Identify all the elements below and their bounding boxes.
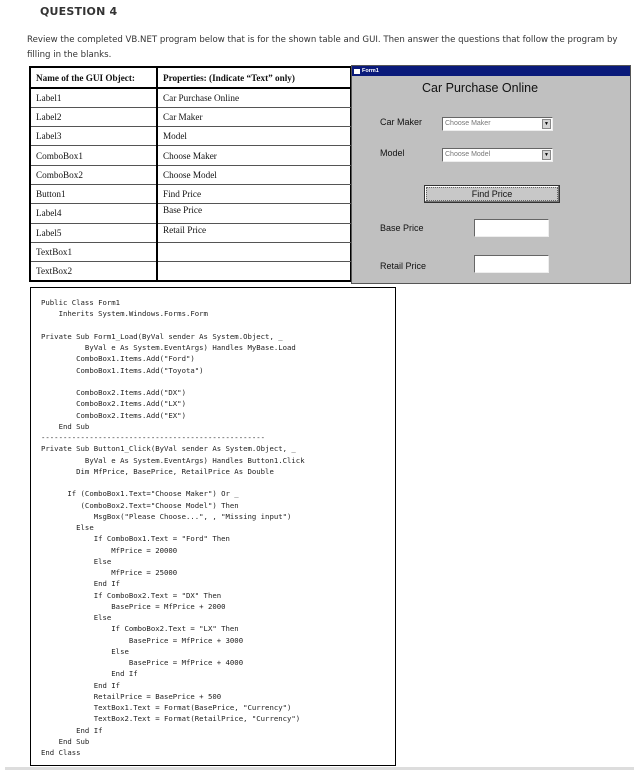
code-line: MsgBox("Please Choose...", , "Missing in…	[41, 511, 292, 521]
table-row: TextBox1	[29, 242, 351, 263]
code-listing: Public Class Form1 Inherits System.Windo…	[30, 287, 396, 766]
object-name-cell: Button1	[29, 184, 157, 205]
code-line: Else	[41, 646, 129, 656]
code-line: ComboBox2.Items.Add("DX")	[41, 388, 186, 397]
code-line: MfPrice = 20000	[41, 545, 178, 555]
code-line: End If	[41, 680, 121, 690]
header-properties: Properties: (Indicate “Text” only)	[156, 66, 351, 89]
gui-properties-table: Name of the GUI Object: Properties: (Ind…	[29, 66, 351, 282]
label3-model: Model	[380, 148, 405, 158]
label2-car-maker: Car Maker	[380, 117, 423, 127]
code-line: RetailPrice = BasePrice + 500	[41, 691, 222, 701]
code-line: Else	[41, 556, 112, 566]
code-line: Else	[41, 523, 94, 532]
code-line: End If	[41, 579, 121, 589]
property-text-cell: Find Price	[156, 184, 351, 205]
property-text-cell: Base Price	[156, 203, 351, 224]
find-price-button[interactable]: Find Price	[424, 185, 560, 203]
code-line: ByVal e As System.EventArgs) Handles But…	[41, 455, 305, 465]
property-text-cell	[156, 242, 351, 263]
code-line: ComboBox2.Items.Add("LX")	[41, 399, 186, 409]
property-text-cell: Car Purchase Online	[156, 88, 351, 108]
form-window-title: Form1	[362, 68, 379, 74]
code-line: ComboBox1.Items.Add("Toyota")	[41, 365, 204, 375]
code-line: End If	[41, 669, 138, 679]
code-line: BasePrice = MfPrice + 3000	[41, 635, 244, 645]
property-text-cell: Choose Model	[156, 165, 351, 185]
code-line: BasePrice = MfPrice + 2000	[41, 601, 226, 611]
object-name-cell: Label4	[29, 203, 157, 224]
code-line: End Class	[41, 748, 81, 757]
code-line: BasePrice = MfPrice + 4000	[41, 658, 244, 667]
code-line: End If	[41, 725, 103, 735]
table-row: Label3 Model	[29, 126, 351, 147]
dropdown-arrow-icon[interactable]: ▼	[542, 119, 551, 129]
form-window-icon	[354, 68, 360, 74]
code-line: Dim MfPrice, BasePrice, RetailPrice As D…	[41, 466, 274, 476]
table-row: Label5 Retail Price	[29, 223, 351, 243]
object-name-cell: ComboBox2	[29, 165, 157, 185]
object-name-cell: TextBox1	[29, 242, 157, 263]
code-line: TextBox2.Text = Format(RetailPrice, "Cur…	[41, 714, 301, 724]
object-name-cell: ComboBox1	[29, 145, 157, 166]
code-line: Private Sub Button1_Click(ByVal sender A…	[41, 444, 296, 454]
object-name-cell: TextBox2	[29, 261, 157, 282]
code-line: End Sub	[41, 421, 90, 431]
dropdown-arrow-icon[interactable]: ▼	[542, 150, 551, 160]
object-name-cell: Label1	[29, 88, 157, 108]
table-row: ComboBox1 Choose Maker	[29, 145, 351, 166]
code-line: ComboBox2.Items.Add("EX")	[41, 410, 186, 420]
code-line: TextBox1.Text = Format(BasePrice, "Curre…	[41, 703, 292, 712]
table-row: Label2 Car Maker	[29, 107, 351, 128]
code-line: Private Sub Form1_Load(ByVal sender As S…	[41, 331, 283, 341]
header-object-name: Name of the GUI Object:	[29, 66, 157, 89]
question-intro: Review the completed VB.NET program belo…	[27, 35, 618, 60]
code-line: If ComboBox2.Text = "DX" Then	[41, 590, 222, 600]
textbox2-retail-price[interactable]	[474, 255, 549, 273]
combobox1-maker[interactable]: Choose Maker ▼	[442, 117, 553, 131]
code-line: (ComboBox2.Text="Choose Model") Then	[41, 500, 239, 510]
textbox1-base-price[interactable]	[474, 219, 549, 237]
property-text-cell: Choose Maker	[156, 145, 351, 166]
combobox2-model[interactable]: Choose Model ▼	[442, 148, 553, 162]
table-row: Button1 Find Price	[29, 184, 351, 205]
vb-form-window: Form1 Car Purchase Online Car Maker Choo…	[351, 65, 631, 284]
object-name-cell: Label3	[29, 126, 157, 147]
property-text-cell	[156, 261, 351, 282]
property-text-cell: Retail Price	[156, 223, 351, 243]
code-line: ----------------------------------------…	[41, 433, 266, 442]
code-line: Public Class Form1	[41, 298, 121, 307]
label1-heading: Car Purchase Online	[422, 81, 539, 95]
label4-base-price: Base Price	[380, 223, 424, 233]
question-title: QUESTION 4	[40, 5, 118, 18]
code-line: End Sub	[41, 736, 90, 746]
form-titlebar: Form1	[352, 66, 630, 76]
code-line: Else	[41, 613, 112, 622]
table-header-row: Name of the GUI Object: Properties: (Ind…	[29, 66, 351, 89]
combobox1-value: Choose Maker	[445, 120, 491, 127]
property-text-cell: Model	[156, 126, 351, 147]
object-name-cell: Label2	[29, 107, 157, 128]
code-line: If ComboBox1.Text = "Ford" Then	[41, 534, 230, 544]
label5-retail-price: Retail Price	[380, 261, 427, 271]
table-row: TextBox2	[29, 261, 351, 282]
table-row: ComboBox2 Choose Model	[29, 165, 351, 185]
code-line: Inherits System.Windows.Forms.Form	[41, 309, 208, 319]
code-line: If ComboBox2.Text = "LX" Then	[41, 624, 239, 634]
code-line: ComboBox1.Items.Add("Ford")	[41, 354, 195, 364]
code-line: ByVal e As System.EventArgs) Handles MyB…	[41, 343, 296, 352]
combobox2-value: Choose Model	[445, 151, 491, 158]
code-line: If (ComboBox1.Text="Choose Maker") Or _	[41, 489, 239, 499]
table-row: Label4 Base Price	[29, 203, 351, 224]
code-line: MfPrice = 25000	[41, 568, 178, 577]
vbnet-source-code: Public Class Form1 Inherits System.Windo…	[41, 297, 305, 758]
object-name-cell: Label5	[29, 223, 157, 243]
table-row: Label1 Car Purchase Online	[29, 88, 351, 108]
property-text-cell: Car Maker	[156, 107, 351, 128]
